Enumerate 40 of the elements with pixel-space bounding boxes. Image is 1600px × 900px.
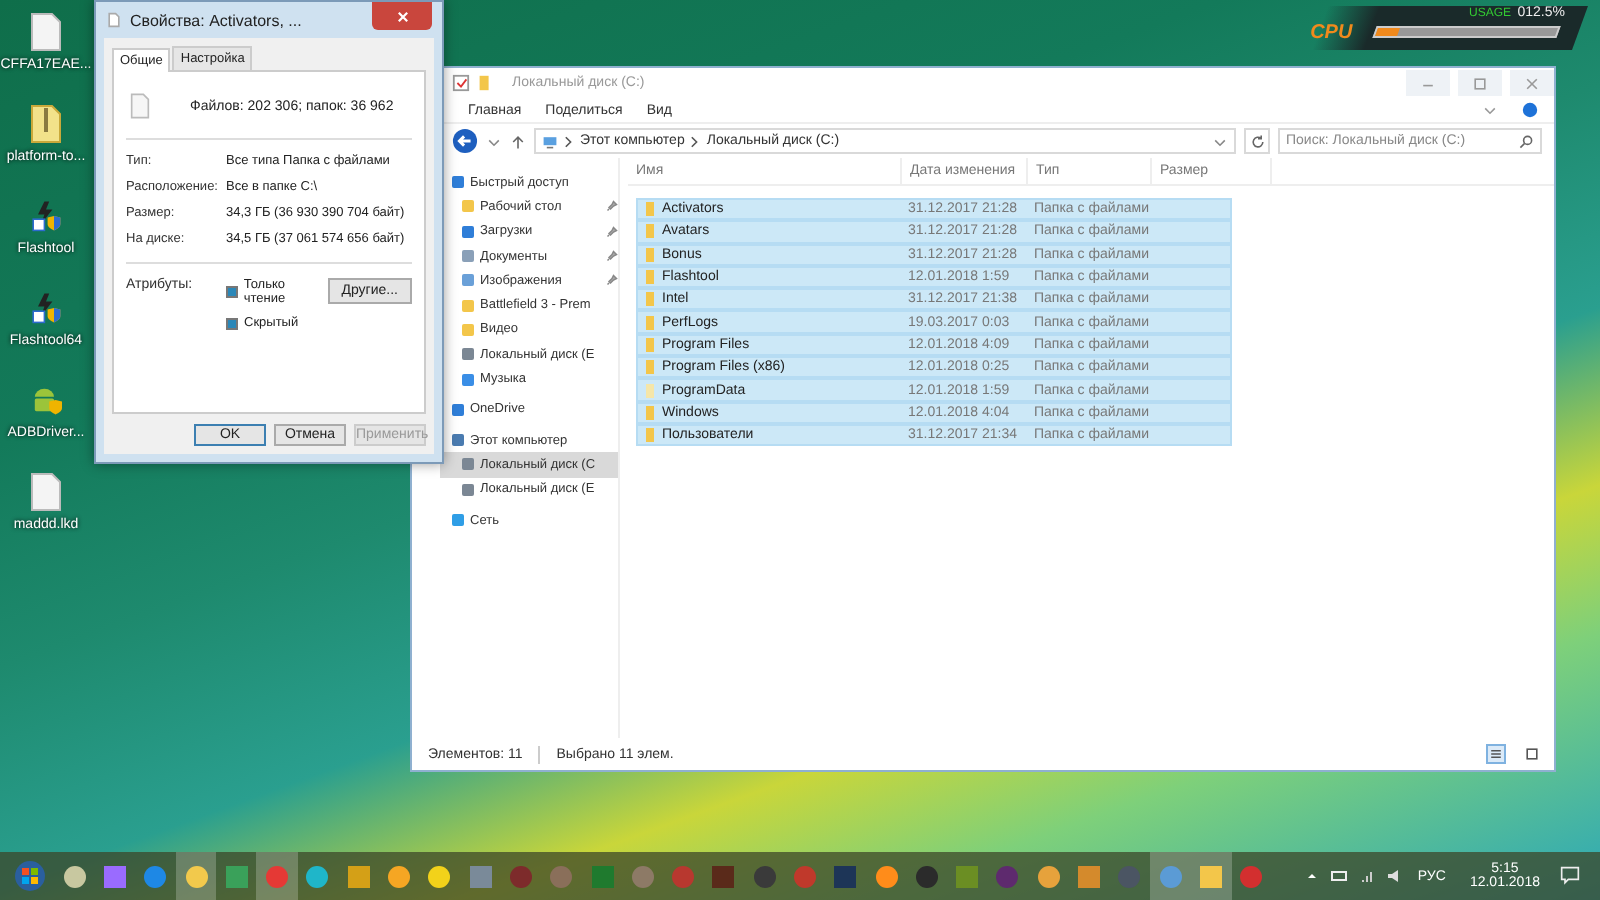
- pin-icon: [606, 200, 618, 213]
- folder-icon[interactable]: [476, 74, 494, 92]
- help-icon[interactable]: [1522, 102, 1538, 118]
- up-arrow-icon[interactable]: [510, 133, 526, 149]
- file-icon: [130, 92, 150, 120]
- maximize-icon: [1472, 75, 1488, 91]
- close-icon: [1524, 75, 1540, 91]
- tiles-view-icon[interactable]: [1522, 744, 1542, 764]
- notification-icon[interactable]: [1560, 866, 1580, 886]
- back-arrow-icon[interactable]: [452, 128, 478, 154]
- archive-icon[interactable]: [29, 104, 62, 144]
- file-icon[interactable]: [29, 472, 62, 512]
- lightning-shield-icon[interactable]: [30, 196, 62, 236]
- battery-icon[interactable]: [1329, 866, 1350, 886]
- windows-orb-icon: [14, 860, 46, 892]
- pin-icon: [606, 274, 618, 287]
- pin-icon: [606, 250, 618, 263]
- nav-icon: [452, 403, 464, 416]
- file-icon[interactable]: [30, 12, 62, 52]
- cpu-label: CPU: [1310, 22, 1353, 44]
- dialog-title: Свойства: Activators, ...: [130, 11, 302, 29]
- taskbar-app-button[interactable]: [175, 852, 217, 900]
- file-icon: [106, 12, 122, 28]
- pin-icon: [606, 225, 618, 238]
- signal-icon[interactable]: [1357, 866, 1378, 886]
- details-view-icon[interactable]: [1486, 744, 1506, 764]
- chevron-right-icon: [564, 133, 574, 149]
- maximize-button[interactable]: [1458, 70, 1502, 96]
- refresh-icon: [1249, 133, 1265, 149]
- refresh-button[interactable]: [1244, 128, 1270, 154]
- lightning-shield-icon[interactable]: [29, 288, 62, 328]
- nav-icon: [452, 514, 464, 526]
- chevron-icon[interactable]: [1482, 102, 1498, 118]
- chevron-right-icon: [690, 133, 701, 149]
- close-button[interactable]: [372, 2, 432, 30]
- close-icon: [395, 9, 409, 23]
- checklist-icon[interactable]: [452, 74, 470, 92]
- taskbar-app-button[interactable]: [1190, 852, 1232, 900]
- computer-icon: [542, 133, 558, 149]
- search-icon: [1518, 133, 1534, 149]
